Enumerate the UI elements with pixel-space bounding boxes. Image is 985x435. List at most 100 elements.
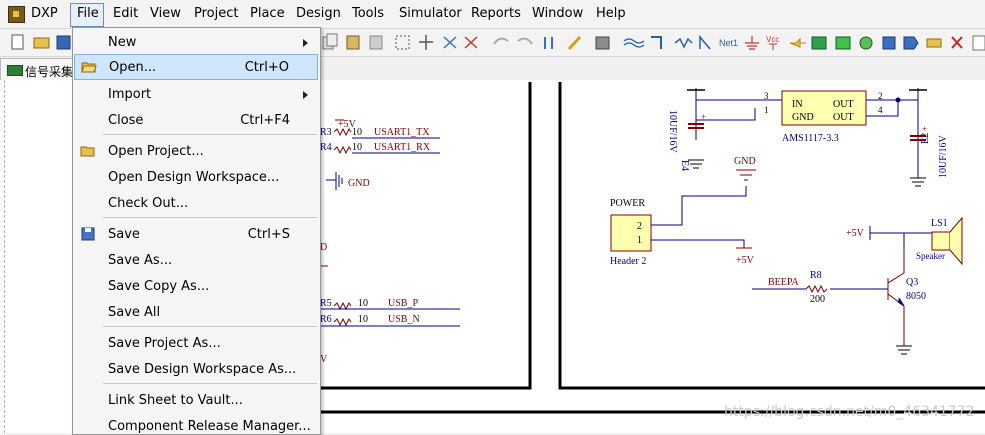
redo-icon[interactable]: [517, 37, 533, 45]
sheet-entry-icon[interactable]: [835, 36, 851, 50]
paste-special-icon[interactable]: [369, 35, 383, 50]
reg-pin1: 1: [764, 105, 769, 115]
usb-p-net: USB_P: [388, 298, 418, 309]
q3-emitter-arrow: [897, 297, 905, 307]
new-document-icon[interactable]: [11, 34, 24, 50]
bus-icon[interactable]: [651, 36, 662, 49]
e2-gnd: [910, 177, 926, 187]
cross-select-icon[interactable]: [443, 36, 457, 49]
open-project-icon: [80, 146, 95, 157]
menu-item-component-release-manager[interactable]: Component Release Manager...: [74, 414, 318, 434]
menu-file[interactable]: File: [77, 6, 99, 21]
copy-icon[interactable]: [322, 33, 338, 50]
power-header-pin2: 2: [637, 221, 642, 232]
speaker-ref: LS1: [931, 218, 948, 229]
menu-edit[interactable]: Edit: [113, 6, 138, 21]
menu-bar: DXP File Edit View Project Place Design …: [0, 0, 985, 29]
r8-ref: R8: [810, 270, 822, 281]
reg-pin3: 3: [764, 91, 769, 101]
menu-item-open-project[interactable]: Open Project...: [74, 139, 318, 163]
power-supply-label: +5V: [736, 255, 755, 266]
menu-tools[interactable]: Tools: [352, 6, 384, 21]
port-icon[interactable]: [882, 36, 896, 50]
device-sheet-icon[interactable]: [859, 36, 873, 50]
r5-value: 10: [358, 298, 368, 309]
q3-gnd: [896, 345, 912, 355]
gnd-mid-symbol: [736, 169, 756, 181]
svg-text:Net1: Net1: [719, 38, 738, 48]
menu-item-open[interactable]: Open... Ctrl+O: [74, 54, 318, 80]
compile-icon[interactable]: [595, 36, 610, 50]
gnd-port-icon[interactable]: [745, 36, 759, 50]
net-label-icon[interactable]: Net1: [719, 38, 738, 48]
usart-tx-net: USART1_TX: [374, 127, 430, 138]
power-header-body: [610, 214, 652, 252]
file-menu: New Open... Ctrl+O Import Close Ctrl+F4 …: [72, 27, 321, 435]
undo-icon[interactable]: [493, 37, 509, 45]
save-disk-icon: [81, 227, 95, 241]
menu-item-check-out[interactable]: Check Out...: [74, 191, 318, 215]
submenu-arrow-icon: [303, 91, 308, 99]
power-header-wires: [651, 186, 747, 248]
paste-icon[interactable]: [346, 35, 360, 50]
v-fragment: V: [320, 354, 328, 365]
usart-rx-net: USART1_RX: [374, 142, 431, 153]
e2-ref: E2: [920, 133, 931, 144]
off-sheet-icon[interactable]: [926, 38, 942, 48]
menu-project[interactable]: Project: [194, 6, 238, 21]
harness-connector-icon[interactable]: [903, 36, 919, 50]
e2-value: 10UF/16V: [938, 134, 949, 178]
tab-schematic-document[interactable]: 信号采集: [0, 58, 78, 81]
r3-ref: R3: [320, 127, 332, 138]
usb-n-net: USB_N: [388, 314, 420, 325]
menu-item-save[interactable]: Save Ctrl+S: [74, 222, 318, 246]
menu-item-save-copy-as[interactable]: Save Copy As...: [74, 274, 318, 298]
up-down-hierarchy-icon[interactable]: [544, 37, 553, 49]
menu-place[interactable]: Place: [250, 6, 285, 21]
menu-item-save-design-workspace-as[interactable]: Save Design Workspace As...: [74, 357, 318, 381]
save-icon[interactable]: [56, 35, 71, 50]
menu-item-new[interactable]: New: [74, 30, 318, 54]
open-folder-icon: [81, 62, 97, 73]
speaker-body: [931, 231, 951, 251]
directive-icon[interactable]: [972, 35, 985, 51]
select-area-icon[interactable]: [395, 35, 410, 50]
menu-item-import[interactable]: Import: [74, 82, 318, 106]
menu-view[interactable]: View: [150, 6, 181, 21]
menu-simulator[interactable]: Simulator: [399, 6, 462, 21]
menu-separator: [103, 217, 317, 218]
menu-window[interactable]: Window: [532, 6, 583, 21]
move-icon[interactable]: [419, 35, 433, 50]
reg-pin-out2: OUT: [833, 112, 854, 123]
pencil-icon[interactable]: [567, 35, 582, 51]
menu-item-close[interactable]: Close Ctrl+F4: [74, 108, 318, 132]
menu-item-save-as[interactable]: Save As...: [74, 248, 318, 272]
r5-resistor: [333, 301, 352, 311]
deselect-icon[interactable]: [464, 36, 478, 49]
menu-dxp[interactable]: DXP: [31, 6, 58, 21]
menu-reports[interactable]: Reports: [471, 6, 521, 21]
part-icon[interactable]: [789, 37, 806, 48]
bus-entry-icon[interactable]: [699, 34, 711, 50]
signal-harness-icon[interactable]: [674, 37, 693, 49]
wire-icon[interactable]: [623, 38, 645, 48]
menu-item-save-all[interactable]: Save All: [74, 300, 318, 324]
submenu-arrow-icon: [303, 39, 308, 47]
no-erc-icon[interactable]: [951, 36, 963, 49]
menu-item-link-sheet-to-vault[interactable]: Link Sheet to Vault...: [74, 388, 318, 412]
sheet-symbol-icon[interactable]: [811, 36, 827, 50]
menu-item-open-design-workspace[interactable]: Open Design Workspace...: [74, 165, 318, 189]
reg-pin-out1: OUT: [833, 99, 854, 110]
gnd-left-label: GND: [348, 178, 370, 189]
menu-item-save-project-as[interactable]: Save Project As...: [74, 331, 318, 355]
e4-value: 10UF/16V: [667, 110, 678, 154]
speaker-supply-label: +5V: [846, 228, 865, 239]
menu-help[interactable]: Help: [596, 6, 626, 21]
open-folder-icon[interactable]: [33, 37, 50, 49]
beepa-net: BEEPA: [768, 277, 800, 288]
r6-value: 10: [358, 314, 368, 325]
menu-design[interactable]: Design: [296, 6, 341, 21]
power-header-name: Header 2: [610, 256, 646, 267]
vcc-port-icon[interactable]: Vcc: [766, 35, 779, 50]
r8-resistor: [805, 284, 828, 294]
